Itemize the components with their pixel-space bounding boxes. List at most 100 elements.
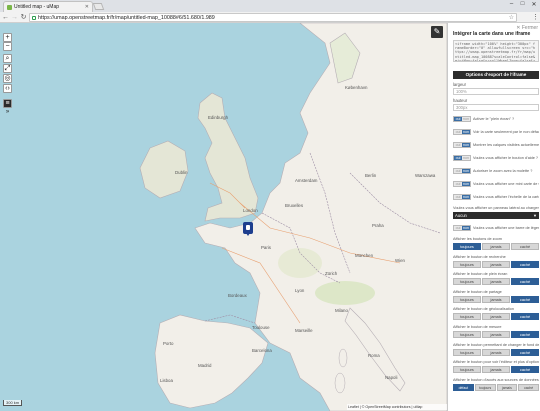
- browser-tab[interactable]: Untitled map - uMap ✕: [3, 1, 93, 12]
- toggle-off-option[interactable]: non: [462, 169, 470, 173]
- tab-close-icon[interactable]: ✕: [85, 4, 89, 10]
- toggle-on-option[interactable]: oui: [454, 195, 462, 199]
- option-toggle[interactable]: oui non: [453, 116, 471, 122]
- toggle-off-option[interactable]: non: [462, 195, 470, 199]
- map-label-lyon: Lyon: [295, 288, 305, 293]
- reload-icon[interactable]: ↻: [20, 14, 27, 21]
- toggle-on-option[interactable]: oui: [454, 117, 462, 121]
- toggle-off-option[interactable]: non: [462, 182, 470, 186]
- legend-toggle[interactable]: oui non: [453, 225, 471, 231]
- height-input[interactable]: 300px: [453, 104, 539, 111]
- toggle-on-option[interactable]: oui: [454, 130, 462, 134]
- address-bar[interactable]: https://umap.openstreetmap.fr/fr/map/unt…: [29, 13, 517, 22]
- segment-option[interactable]: jamais: [482, 331, 510, 338]
- more-controls-button[interactable]: »: [3, 109, 12, 118]
- option-toggle[interactable]: oui non: [453, 155, 471, 161]
- segment-option[interactable]: toujours: [453, 260, 481, 268]
- segment-option[interactable]: caché: [511, 278, 539, 286]
- width-input[interactable]: 100%: [453, 88, 539, 95]
- bookmark-star-icon[interactable]: ☆: [509, 14, 514, 21]
- toggle-on-option[interactable]: oui: [454, 143, 462, 147]
- export-options-heading[interactable]: Options d'export de l'iframe: [453, 71, 539, 79]
- locate-icon[interactable]: ◎: [3, 74, 12, 83]
- marker-icon[interactable]: [243, 222, 253, 236]
- segment-option[interactable]: caché: [511, 366, 539, 374]
- back-arrow-icon[interactable]: ←: [2, 14, 9, 21]
- embed-icon[interactable]: ‹›: [3, 84, 12, 93]
- layers-icon[interactable]: ≡: [3, 99, 12, 108]
- search-icon[interactable]: ⌕: [3, 54, 12, 63]
- toggle-off-option[interactable]: non: [462, 143, 470, 147]
- segment-option[interactable]: caché: [511, 348, 539, 356]
- segment-option[interactable]: jamais: [482, 348, 510, 356]
- option-toggle-label: Voulez-vous afficher le bouton d'aide ?: [473, 156, 539, 160]
- toggle-off-option[interactable]: non: [462, 130, 470, 134]
- segment-option[interactable]: jamais: [482, 278, 510, 286]
- option-toggle[interactable]: oui non: [453, 194, 471, 200]
- secure-lock-icon: [32, 15, 36, 20]
- segment-option[interactable]: caché: [511, 331, 539, 338]
- segment-label: Afficher le bouton de géolocalisation: [453, 307, 514, 312]
- segment-option[interactable]: toujours: [453, 278, 481, 286]
- option-toggle[interactable]: oui non: [453, 142, 471, 148]
- new-tab-button[interactable]: [92, 3, 105, 10]
- forward-arrow-icon[interactable]: →: [11, 14, 18, 21]
- segment-option[interactable]: caché: [518, 383, 539, 391]
- option-toggle[interactable]: oui non: [453, 181, 471, 187]
- map-label-london: London: [243, 208, 258, 213]
- segment-option[interactable]: toujours: [453, 243, 481, 250]
- segment-option[interactable]: toujours: [453, 366, 481, 374]
- segment-option[interactable]: jamais: [482, 313, 510, 321]
- map-label-edinburgh: Edinburgh: [208, 115, 229, 120]
- zoom-out-button[interactable]: −: [3, 42, 12, 51]
- segment-option[interactable]: jamais: [482, 260, 510, 268]
- segment-option[interactable]: caché: [511, 260, 539, 268]
- zoom-in-button[interactable]: +: [3, 33, 12, 42]
- panel-title: Intégrer la carte dans une iframe: [453, 31, 531, 37]
- segment-option[interactable]: jamais: [482, 366, 510, 374]
- segment-label: Afficher le bouton de recherche: [453, 254, 506, 259]
- toggle-off-option[interactable]: non: [462, 156, 470, 160]
- toggle-on-option[interactable]: oui: [454, 156, 462, 160]
- fullscreen-icon[interactable]: ⤢: [3, 64, 12, 73]
- window-minimize-button[interactable]: –: [506, 0, 517, 8]
- segment-option[interactable]: jamais: [482, 295, 510, 303]
- map-canvas[interactable]: Dublin London Paris Madrid Berlin Wien R…: [0, 23, 447, 411]
- option-toggle[interactable]: oui non: [453, 168, 471, 174]
- segment-option[interactable]: toujours: [453, 313, 481, 321]
- toggle-on-option[interactable]: oui: [454, 226, 462, 230]
- caption-select[interactable]: Aucun ▼: [453, 212, 539, 219]
- segmented-control: toujours jamais caché: [453, 313, 539, 321]
- map-label-marseille: Marseille: [295, 328, 313, 333]
- segment-option[interactable]: défaut: [453, 383, 474, 391]
- window-close-button[interactable]: ✕: [528, 0, 540, 8]
- map-attribution[interactable]: Leaflet | © OpenStreetMap contributors |…: [347, 404, 447, 410]
- browser-toolbar: ← → ↻ https://umap.openstreetmap.fr/fr/m…: [0, 12, 540, 23]
- segment-option[interactable]: caché: [511, 243, 539, 250]
- option-toggle-label: Autoriser le zoom avec la molette ?: [473, 169, 533, 173]
- segment-option[interactable]: toujours: [474, 383, 496, 391]
- toggle-on-option[interactable]: oui: [454, 169, 462, 173]
- segment-option[interactable]: toujours: [453, 295, 481, 303]
- segment-option[interactable]: toujours: [453, 331, 481, 338]
- toggle-off-option[interactable]: non: [462, 226, 470, 230]
- segment-option[interactable]: caché: [511, 295, 539, 303]
- segmented-control: toujours jamais caché: [453, 243, 539, 250]
- map-label-bordeaux: Bordeaux: [228, 293, 247, 298]
- segmented-control: toujours jamais caché: [453, 260, 539, 268]
- segment-option[interactable]: jamais: [482, 243, 510, 250]
- option-toggle-label: Montrer les calques visibles actuellemen…: [473, 143, 539, 147]
- pencil-icon[interactable]: ✎: [431, 26, 443, 38]
- toggle-off-option[interactable]: non: [462, 117, 470, 121]
- embed-code-textarea[interactable]: <iframe width="100%" height="300px" fram…: [453, 40, 539, 62]
- url-text[interactable]: https://umap.openstreetmap.fr/fr/map/unt…: [38, 15, 215, 21]
- map-label-paris: Paris: [261, 245, 272, 250]
- option-toggle-label: Activer le "plein écran" ?: [473, 117, 515, 121]
- window-maximize-button[interactable]: □: [517, 0, 528, 8]
- segment-option[interactable]: caché: [511, 313, 539, 321]
- segment-option[interactable]: jamais: [496, 383, 518, 391]
- toggle-on-option[interactable]: oui: [454, 182, 462, 186]
- option-toggle[interactable]: oui non: [453, 129, 471, 135]
- browser-menu-icon[interactable]: ⋮: [532, 14, 539, 21]
- segment-option[interactable]: toujours: [453, 348, 481, 356]
